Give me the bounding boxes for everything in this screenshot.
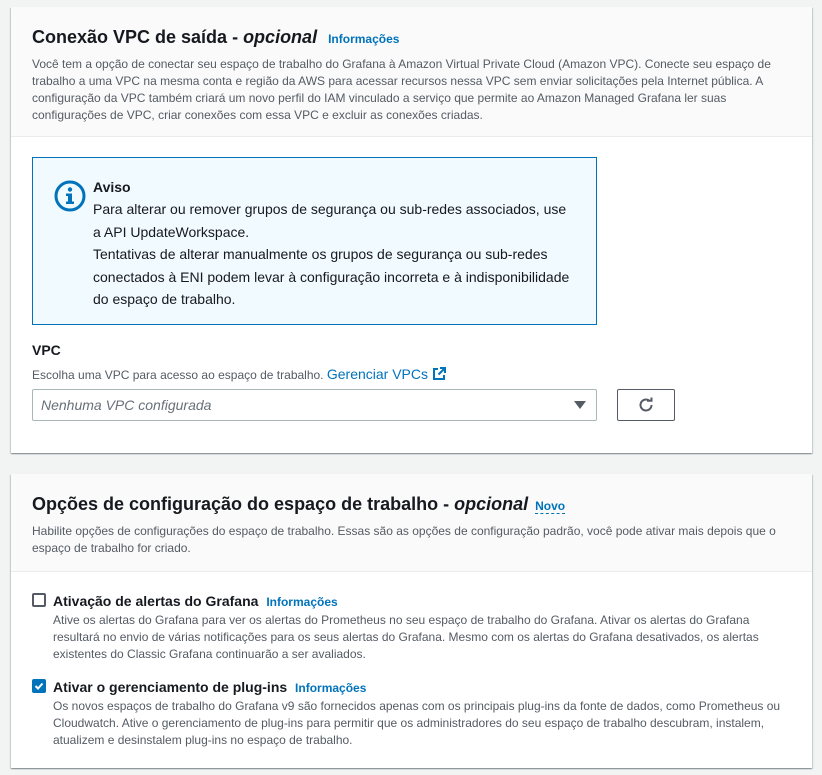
vpc-select[interactable]: Nenhuma VPC configurada bbox=[32, 389, 597, 421]
vpc-panel-header: Conexão VPC de saída - opcional Informaç… bbox=[11, 7, 812, 137]
grafana-alerting-checkbox[interactable] bbox=[32, 593, 46, 607]
vpc-field-label: VPC bbox=[32, 342, 61, 358]
config-panel-header: Opções de configuração do espaço de trab… bbox=[11, 474, 812, 572]
vpc-panel-description: Você tem a opção de conectar seu espaço … bbox=[32, 57, 771, 122]
vpc-field-description: Escolha uma VPC para acesso ao espaço de… bbox=[32, 366, 447, 384]
vpc-panel-title-optional: opcional bbox=[243, 27, 318, 47]
alert-body: Para alterar ou remover grupos de segura… bbox=[93, 198, 576, 311]
vpc-panel-title: Conexão VPC de saída - opcional Informaç… bbox=[32, 25, 792, 51]
alert-line-2: Tentativas de alterar manualmente os gru… bbox=[93, 246, 570, 307]
external-link-icon bbox=[433, 367, 447, 380]
alert-line-1: Para alterar ou remover grupos de segura… bbox=[93, 201, 567, 240]
vpc-panel-title-main: Conexão VPC de saída - bbox=[32, 27, 244, 47]
grafana-alerting-info-link[interactable]: Informações bbox=[266, 595, 337, 609]
config-panel-title: Opções de configuração do espaço de trab… bbox=[32, 492, 792, 518]
config-options-panel: Opções de configuração do espaço de trab… bbox=[11, 474, 812, 768]
grafana-alerting-title: Ativação de alertas do Grafana Informaçõ… bbox=[53, 592, 338, 611]
refresh-icon bbox=[639, 397, 653, 412]
checkmark-icon bbox=[34, 682, 44, 690]
new-badge-link[interactable]: Novo bbox=[535, 499, 566, 514]
plugin-management-info-link[interactable]: Informações bbox=[295, 681, 366, 695]
vpc-info-link[interactable]: Informações bbox=[328, 32, 399, 46]
warning-alert: Aviso Para alterar ou remover grupos de … bbox=[32, 157, 597, 325]
plugin-management-description: Os novos espaços de trabalho do Grafana … bbox=[53, 699, 781, 747]
caret-down-icon bbox=[574, 401, 586, 409]
config-panel-title-optional: opcional bbox=[454, 494, 529, 514]
manage-vpcs-link[interactable]: Gerenciar VPCs bbox=[326, 366, 447, 382]
info-circle-icon bbox=[54, 180, 86, 212]
alert-title: Aviso bbox=[93, 179, 131, 195]
vpc-select-placeholder: Nenhuma VPC configurada bbox=[41, 397, 212, 413]
vpc-connection-panel: Conexão VPC de saída - opcional Informaç… bbox=[11, 7, 812, 453]
config-panel-title-main: Opções de configuração do espaço de trab… bbox=[32, 494, 455, 514]
grafana-alerting-description: Ative os alertas do Grafana para ver os … bbox=[53, 613, 759, 661]
plugin-management-checkbox[interactable] bbox=[32, 679, 46, 693]
plugin-management-label: Ativar o gerenciamento de plug-ins bbox=[53, 679, 288, 695]
plugin-management-title: Ativar o gerenciamento de plug-ins Infor… bbox=[53, 678, 366, 697]
manage-vpcs-link-label: Gerenciar VPCs bbox=[326, 366, 429, 382]
grafana-alerting-label: Ativação de alertas do Grafana bbox=[53, 593, 259, 609]
vpc-field-description-text: Escolha uma VPC para acesso ao espaço de… bbox=[32, 368, 324, 382]
refresh-button[interactable] bbox=[617, 389, 675, 421]
config-panel-description: Habilite opções de configurações do espa… bbox=[32, 524, 776, 555]
